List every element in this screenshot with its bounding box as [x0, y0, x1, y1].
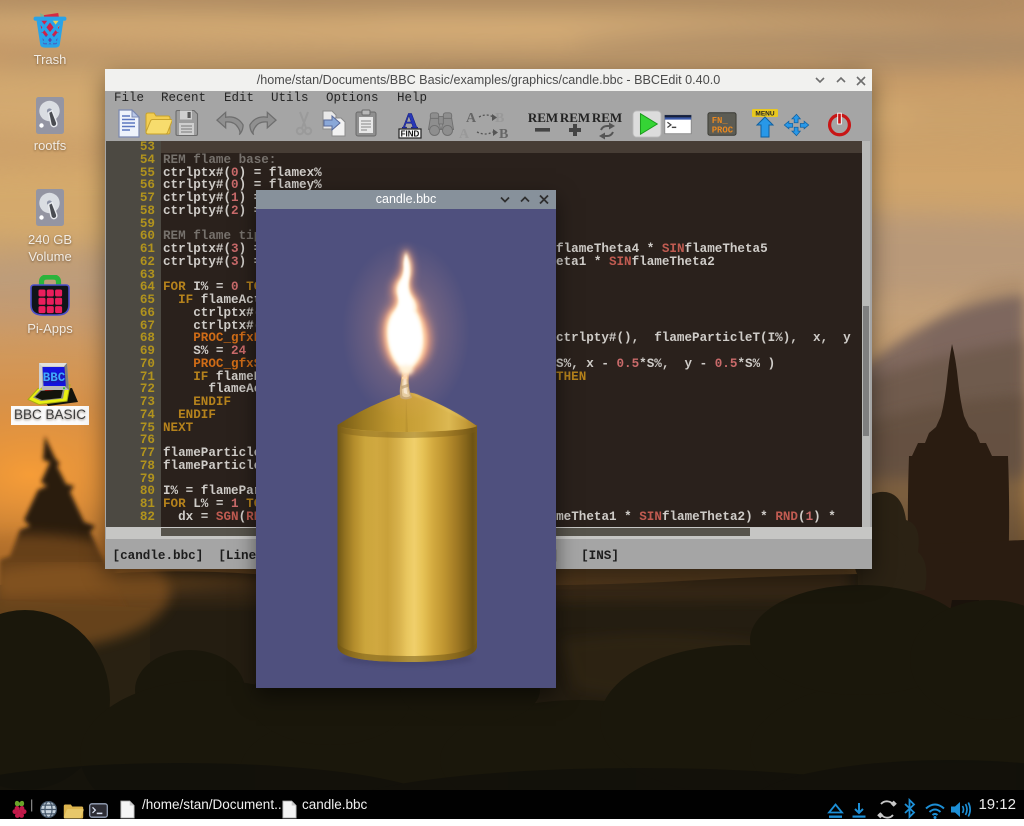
svg-text:REM: REM	[560, 110, 590, 125]
svg-text:A: A	[459, 127, 470, 140]
svg-text:BBC: BBC	[43, 371, 66, 385]
svg-text:B: B	[499, 127, 508, 140]
svg-text:REM: REM	[528, 110, 558, 125]
svg-text:FIND: FIND	[401, 130, 420, 139]
svg-text:REM: REM	[592, 110, 622, 125]
svg-text:B: B	[495, 111, 504, 126]
svg-text:A: A	[466, 111, 477, 126]
svg-text:PROC: PROC	[712, 125, 734, 135]
